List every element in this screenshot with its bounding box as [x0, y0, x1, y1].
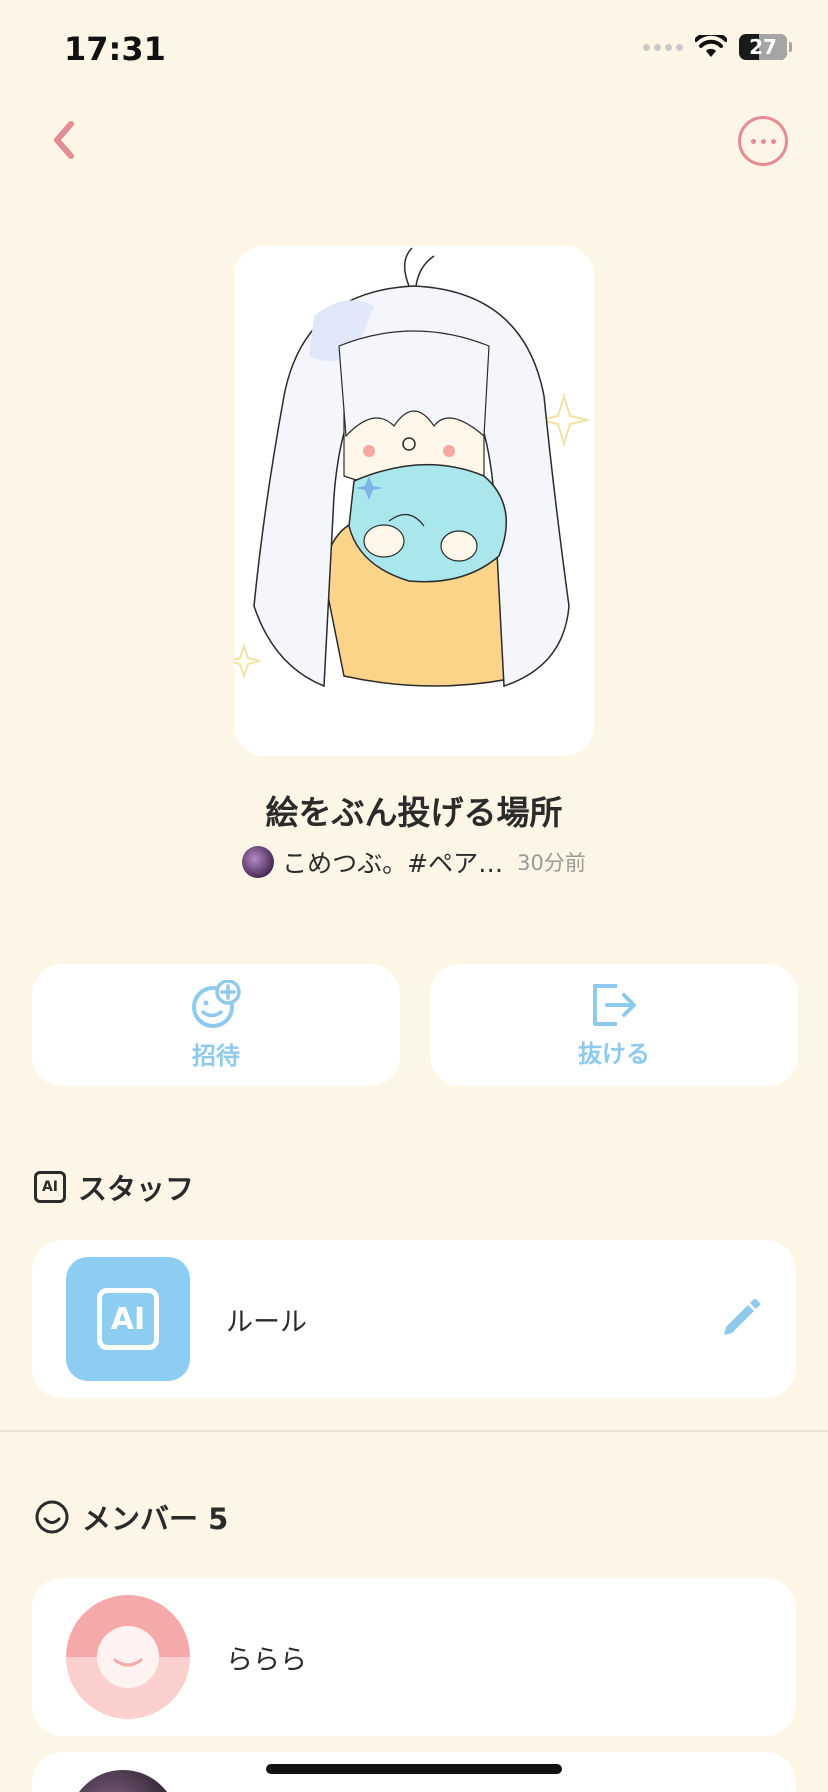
battery-level: 27 [749, 35, 777, 59]
battery-icon: 27 [739, 34, 792, 60]
member-section-heading: メンバー 5 [34, 1496, 228, 1538]
staff-item-label: ルール [226, 1306, 307, 1338]
chevron-left-icon [54, 121, 74, 159]
owner-name: こめつぶ。#ペア… [282, 849, 504, 878]
section-divider [0, 1430, 828, 1432]
exit-icon [593, 983, 636, 1026]
invite-label: 招待 [192, 1041, 240, 1070]
member-name: ららら [226, 1644, 307, 1676]
staff-section-heading: AI スタッフ [34, 1166, 194, 1208]
ai-icon: AI [97, 1288, 159, 1350]
room-title: 絵をぶん投げる場所 [265, 793, 563, 832]
more-options-button[interactable] [738, 116, 788, 166]
status-icons: 27 [643, 34, 792, 60]
staff-item-rules[interactable]: AI ルール [32, 1240, 796, 1398]
room-cover-image [234, 246, 594, 756]
chibi-illustration [234, 246, 594, 756]
member-avatar [66, 1595, 190, 1719]
updated-time: 30分前 [517, 851, 586, 875]
member-heading-label: メンバー 5 [82, 1502, 229, 1536]
leave-label: 抜ける [578, 1039, 650, 1068]
member-item[interactable]: ららら [32, 1578, 796, 1736]
staff-heading-label: スタッフ [78, 1172, 195, 1206]
smile-icon [35, 1500, 69, 1534]
status-time: 17:31 [64, 30, 166, 68]
home-indicator[interactable] [266, 1764, 562, 1774]
signal-icon [643, 43, 683, 51]
owner-avatar [242, 846, 275, 878]
screen: 17:31 27 絵をぶん投げる場所 こめつぶ。#ペア… 30分前 招待 抜ける… [0, 0, 828, 1792]
back-button[interactable] [44, 116, 84, 164]
invite-button[interactable]: 招待 [32, 964, 400, 1086]
more-dot-icon [750, 138, 756, 144]
ai-icon: AI [34, 1171, 66, 1203]
room-owner-row[interactable]: こめつぶ。#ペア… 30分前 [0, 844, 828, 880]
wifi-icon [695, 35, 727, 57]
leave-button[interactable]: 抜ける [430, 964, 798, 1086]
pencil-icon[interactable] [718, 1297, 762, 1341]
ai-avatar: AI [66, 1257, 190, 1381]
add-person-icon [192, 979, 241, 1028]
